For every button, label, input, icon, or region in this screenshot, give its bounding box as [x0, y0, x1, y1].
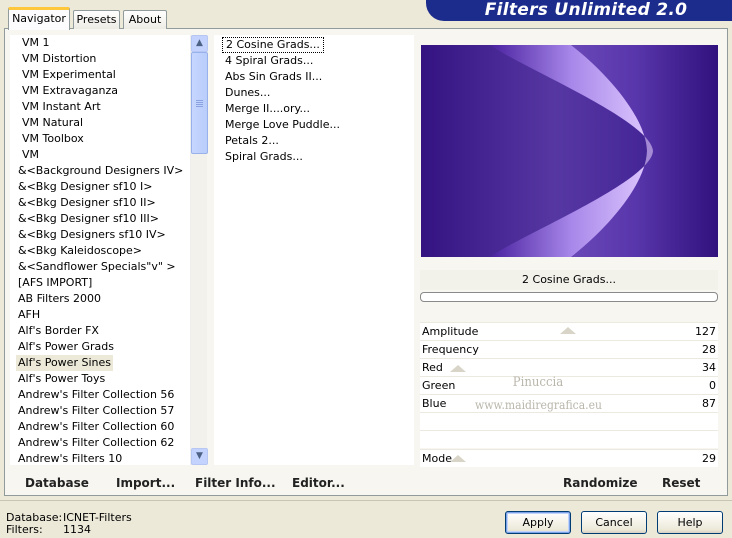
filter-item[interactable]: Abs Sin Grads II...	[222, 69, 325, 85]
category-item[interactable]: Alf's Power Toys	[16, 371, 107, 387]
category-list[interactable]: VM 1 VM Distortion VM Experimental VM Extra…	[10, 35, 207, 465]
cancel-button[interactable]: Cancel	[581, 511, 647, 534]
parameter-label: Blue	[422, 397, 447, 410]
filter-list[interactable]: 2 Cosine Grads... 4 Spiral Grads... Abs Si…	[214, 35, 414, 465]
category-item[interactable]: VM Instant Art	[20, 99, 103, 115]
filter-item[interactable]: 4 Spiral Grads...	[222, 53, 316, 69]
progress-bar	[420, 292, 718, 302]
category-item[interactable]: &<Sandflower Specials"v" >	[16, 259, 178, 275]
import-button[interactable]: Import...	[116, 474, 175, 492]
filter-item[interactable]: 2 Cosine Grads...	[222, 37, 324, 53]
filter-item[interactable]: Petals 2...	[222, 133, 282, 149]
category-item[interactable]: Alf's Power Sines	[16, 355, 113, 371]
category-item[interactable]: &<Background Designers IV>	[16, 163, 185, 179]
parameter-panel: Amplitude 127 Frequency 28 Red 34 Green 0 Blue 87…	[420, 322, 718, 467]
category-scrollbar[interactable]: ▲ ▼	[190, 35, 208, 465]
category-item[interactable]: &<Bkg Designer sf10 II>	[16, 195, 158, 211]
parameter-value: 28	[702, 343, 716, 356]
tab-about[interactable]: About	[123, 10, 167, 29]
slider-tick-icon	[450, 365, 466, 372]
database-button[interactable]: Database	[25, 474, 89, 492]
category-item[interactable]: AFH	[16, 307, 42, 323]
parameter-row-blue[interactable]: Blue 87	[420, 394, 718, 412]
category-item[interactable]: Alf's Power Grads	[16, 339, 116, 355]
slider-tick-icon	[560, 327, 576, 334]
filter-info-button[interactable]: Filter Info...	[195, 474, 276, 492]
parameter-row-empty	[420, 430, 718, 448]
parameter-row-empty	[420, 412, 718, 430]
selected-filter-label: 2 Cosine Grads...	[420, 270, 718, 290]
category-item[interactable]: &<Bkg Designer sf10 III>	[16, 211, 161, 227]
category-item[interactable]: [AFS IMPORT]	[16, 275, 94, 291]
tab-navigator[interactable]: Navigator	[8, 7, 70, 30]
category-item[interactable]: VM	[20, 147, 41, 163]
editor-button[interactable]: Editor...	[292, 474, 345, 492]
parameter-label: Frequency	[422, 343, 479, 356]
category-item[interactable]: Andrew's Filter Collection 57	[16, 403, 176, 419]
slider-tick-icon	[450, 455, 466, 462]
scroll-up-icon[interactable]: ▲	[191, 35, 208, 52]
filter-item[interactable]: Spiral Grads...	[222, 149, 306, 165]
app-title-banner: Filters Unlimited 2.0	[426, 0, 732, 21]
randomize-button[interactable]: Randomize	[563, 474, 637, 492]
filter-item[interactable]: Merge II....ory...	[222, 101, 313, 117]
parameter-label: Mode	[422, 452, 452, 465]
tab-presets[interactable]: Presets	[73, 10, 120, 29]
apply-button[interactable]: Apply	[505, 511, 571, 534]
reset-button[interactable]: Reset	[662, 474, 700, 492]
category-item[interactable]: VM 1	[20, 35, 52, 51]
parameter-label: Green	[422, 379, 456, 392]
parameter-value: 0	[709, 379, 716, 392]
preview-image	[421, 45, 718, 257]
filters-count-value: 1134	[63, 523, 91, 536]
category-item[interactable]: VM Experimental	[20, 67, 118, 83]
category-item[interactable]: Andrew's Filter Collection 62	[16, 435, 176, 451]
parameter-value: 29	[702, 452, 716, 465]
parameter-row-frequency[interactable]: Frequency 28	[420, 340, 718, 358]
scroll-down-icon[interactable]: ▼	[191, 448, 208, 465]
category-item[interactable]: &<Bkg Designer sf10 I>	[16, 179, 155, 195]
help-button[interactable]: Help	[657, 511, 723, 534]
category-item[interactable]: &<Bkg Kaleidoscope>	[16, 243, 144, 259]
parameter-row-green[interactable]: Green 0	[420, 376, 718, 394]
parameter-label: Red	[422, 361, 443, 374]
category-item[interactable]: VM Natural	[20, 115, 85, 131]
category-item[interactable]: AB Filters 2000	[16, 291, 103, 307]
parameter-value: 127	[695, 325, 716, 338]
filter-item[interactable]: Dunes...	[222, 85, 273, 101]
category-item[interactable]: VM Toolbox	[20, 131, 86, 147]
divider	[0, 500, 732, 501]
category-item[interactable]: VM Extravaganza	[20, 83, 120, 99]
category-item[interactable]: Alf's Border FX	[16, 323, 101, 339]
parameter-value: 34	[702, 361, 716, 374]
filters-count-label: Filters:	[6, 523, 43, 536]
category-item[interactable]: VM Distortion	[20, 51, 98, 67]
parameter-value: 87	[702, 397, 716, 410]
filter-item[interactable]: Merge Love Puddle...	[222, 117, 343, 133]
category-item[interactable]: &<Bkg Designers sf10 IV>	[16, 227, 168, 243]
scroll-thumb[interactable]	[191, 52, 208, 154]
category-item[interactable]: Andrew's Filter Collection 60	[16, 419, 176, 435]
parameter-label: Amplitude	[422, 325, 479, 338]
category-item[interactable]: Andrew's Filters 10	[16, 451, 124, 465]
category-item[interactable]: Andrew's Filter Collection 56	[16, 387, 176, 403]
